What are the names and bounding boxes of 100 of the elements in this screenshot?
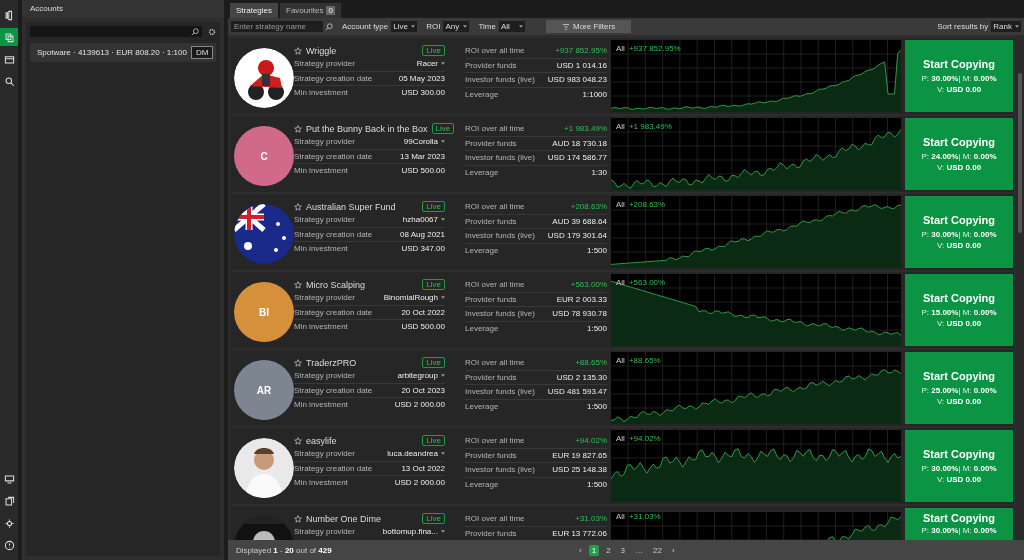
previous-page-button[interactable]: ‹ [576, 544, 585, 556]
sort-dropdown[interactable]: Rank [991, 21, 1021, 32]
chart-roi: +94.02% [628, 434, 661, 443]
start-copying-button[interactable]: Start Copying P: 30.00%| M: 0.00% [905, 508, 1013, 540]
search-field[interactable] [30, 26, 202, 37]
chart-roi: +1 983.49% [628, 122, 672, 131]
field-label: Strategy creation date [294, 229, 373, 239]
field-label: ROI over all time [465, 46, 525, 56]
star-icon[interactable] [294, 358, 302, 367]
field-value[interactable]: luca.deandrea [387, 449, 438, 459]
field-label: Leverage [465, 245, 499, 255]
field-value: USD 500.00 [401, 322, 445, 332]
chart-period: All [616, 44, 625, 53]
start-copying-button[interactable]: Start Copying P: 30.00%| M: 0.00% V: USD 0.00 [905, 196, 1013, 268]
field-value: USD 500.00 [401, 166, 445, 176]
star-icon[interactable] [294, 514, 302, 523]
field-value: +31.03% [575, 514, 607, 524]
field-value[interactable]: Racer [416, 59, 438, 69]
star-icon[interactable] [294, 46, 302, 55]
chart-roi: +208.63% [628, 200, 666, 209]
search-icon [3, 75, 15, 87]
field-label: Leverage [465, 401, 499, 411]
filter-dropdown[interactable]: Any [443, 21, 470, 32]
chart-period: All [616, 122, 625, 131]
field-value[interactable]: hzha0067 [402, 215, 438, 225]
field-value[interactable]: 99Corolla [403, 137, 438, 147]
field-value: 1:500 [586, 245, 607, 255]
field-value: +88.65% [575, 358, 607, 368]
page-button[interactable]: 2 [603, 544, 614, 556]
star-icon[interactable] [294, 124, 302, 133]
count-badge: 0 [326, 6, 335, 15]
field-label: Investor funds (live) [465, 153, 535, 163]
field-value: +937 852.95% [555, 46, 607, 56]
field-value: 20 Oct 2022 [401, 307, 445, 317]
start-copying-button[interactable]: Start Copying P: 30.00%| M: 0.00% V: USD 0.00 [905, 40, 1013, 112]
star-icon[interactable] [294, 436, 302, 445]
field-value: USD 174 586.77 [547, 153, 607, 163]
start-copying-button[interactable]: Start Copying P: 24.00%| M: 0.00% V: USD 0.00 [905, 118, 1013, 190]
start-copying-button[interactable]: Start Copying P: 30.00%| M: 0.00% V: USD 0.00 [905, 430, 1013, 502]
field-value: USD 2 135.30 [556, 372, 607, 382]
strategy-name[interactable]: Micro Scalping [306, 279, 419, 290]
next-page-button[interactable]: › [668, 544, 678, 556]
settings-icon[interactable] [208, 27, 216, 36]
more-filters-button[interactable]: More Filters [545, 20, 632, 33]
field-value[interactable]: BinomialRough [383, 293, 438, 303]
filter-label: Account type [342, 22, 389, 31]
field-label: Strategy provider [294, 215, 355, 225]
start-copying-button[interactable]: Start Copying P: 25.00%| M: 0.00% V: USD 0.00 [905, 352, 1013, 424]
strategy-name[interactable]: Wriggle [306, 45, 419, 56]
field-value: 1:30 [591, 167, 607, 177]
field-value: 13 Mar 2023 [400, 151, 445, 161]
page-button[interactable]: 3 [617, 544, 629, 556]
strategy-name[interactable]: Number One Dime [306, 513, 419, 524]
field-label: ROI over all time [465, 514, 525, 524]
field-label: ROI over all time [465, 280, 525, 290]
field-label: ROI over all time [465, 124, 525, 134]
page-button[interactable]: 22 [650, 544, 665, 556]
star-icon[interactable] [294, 280, 302, 289]
field-label: Leverage [465, 323, 499, 333]
field-label: ROI over all time [465, 202, 525, 212]
field-label: ROI over all time [465, 436, 525, 446]
field-value: +1 983.49% [564, 124, 607, 134]
account-type-button[interactable]: DM [190, 46, 214, 59]
field-label: Min investment [294, 244, 348, 254]
strategy-name[interactable]: easylife [306, 435, 419, 446]
field-value: 08 Aug 2021 [400, 229, 445, 239]
field-label: Min investment [294, 166, 348, 176]
strategy-name[interactable]: TraderzPRO [306, 357, 419, 368]
caret-icon [518, 25, 523, 28]
search-field[interactable]: Enter strategy name [231, 21, 323, 32]
chart-roi: +563.00% [628, 278, 666, 287]
star-icon[interactable] [294, 202, 302, 211]
chart-period: All [616, 278, 625, 287]
page-button[interactable]: … [632, 544, 647, 556]
field-value[interactable]: bottomup.fina... [382, 527, 438, 537]
scrollbar-thumb[interactable] [1018, 73, 1022, 233]
field-value: USD 25 148.38 [552, 465, 607, 475]
tab[interactable]: Strategies [230, 3, 279, 18]
caret-icon [411, 25, 416, 28]
field-label: Strategy creation date [294, 307, 373, 317]
wallet-icon [3, 53, 15, 65]
field-label: Provider funds [465, 138, 517, 148]
avatar: BI [234, 282, 294, 342]
field-value[interactable]: arbitegroup [397, 371, 438, 381]
filter-dropdown[interactable]: Live [391, 21, 418, 32]
field-label: Investor funds (live) [465, 387, 535, 397]
field-label: Strategy provider [294, 137, 355, 147]
field-value: USD 78 930.78 [552, 309, 607, 319]
field-value: USD 481 593.47 [547, 387, 607, 397]
field-value: AUD 18 730.18 [552, 138, 607, 148]
account-row[interactable]: Spotware · 4139613 · EUR 808.20 · 1:100 DM [30, 43, 216, 62]
strategy-name[interactable]: Australian Super Fund [306, 201, 419, 212]
field-value: USD 2 000.00 [394, 400, 445, 410]
strategy-name[interactable]: Put the Bunny Back in the Box [306, 123, 428, 134]
tab[interactable]: Favourites 0 [280, 3, 341, 18]
filter-dropdown[interactable]: All [498, 21, 525, 32]
start-copying-button[interactable]: Start Copying P: 15.00%| M: 0.00% V: USD 0.00 [905, 274, 1013, 346]
field-label: Provider funds [465, 60, 517, 70]
settings-icon [3, 517, 15, 529]
chart-period: All [616, 200, 625, 209]
